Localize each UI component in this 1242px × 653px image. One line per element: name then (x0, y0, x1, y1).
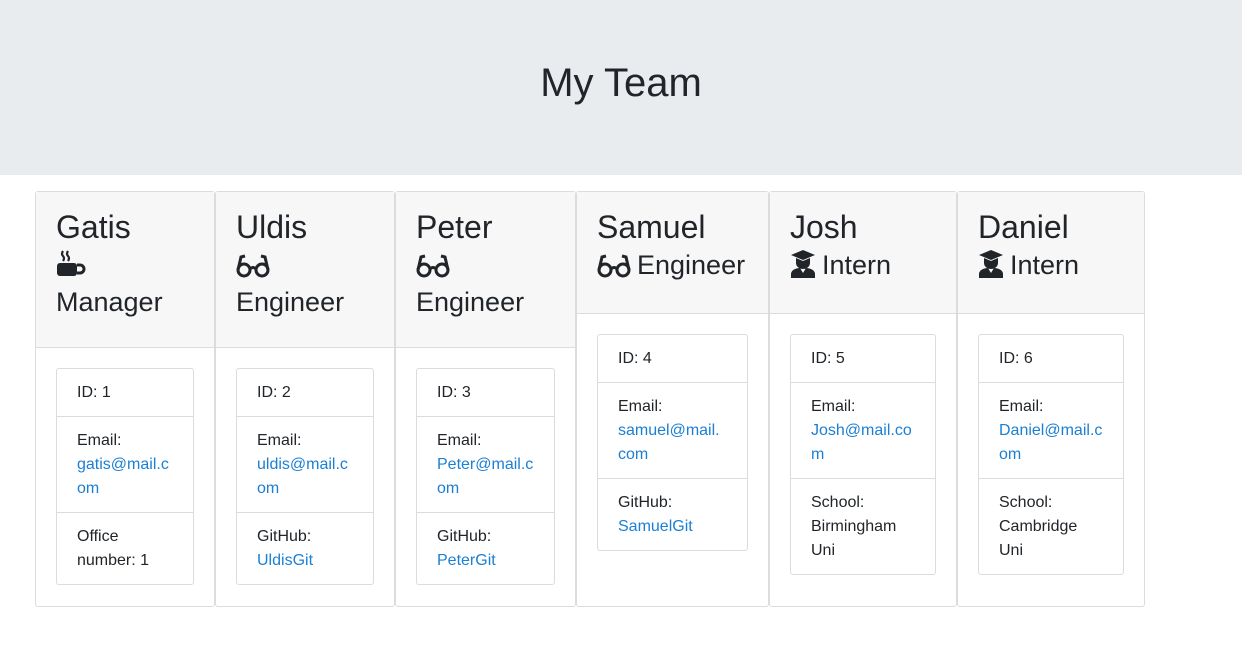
email-label: Email: (77, 432, 122, 449)
card-body: ID: 4 Email: samuel@mail.com GitHub: Sam… (577, 314, 768, 551)
school-value: Cambridge Uni (999, 518, 1078, 559)
github-link[interactable]: PeterGit (437, 552, 496, 569)
role-label: Engineer (637, 250, 746, 280)
id-item: ID: 2 (237, 369, 373, 417)
employee-name: Gatis (56, 209, 131, 245)
card-body: ID: 5 Email: Josh@mail.com School: Birmi… (770, 314, 956, 575)
email-label: Email: (811, 398, 856, 415)
github-label: GitHub: (437, 528, 492, 545)
role-label: Engineer (416, 287, 525, 317)
email-item: Email: gatis@mail.com (57, 417, 193, 513)
employee-name: Josh (790, 209, 858, 245)
email-label: Email: (618, 398, 663, 415)
email-item: Email: samuel@mail.com (598, 383, 747, 479)
email-link[interactable]: Daniel@mail.com (999, 422, 1102, 463)
card-body: ID: 1 Email: gatis@mail.com Office numbe… (36, 348, 214, 585)
coffee-icon (56, 250, 86, 286)
employee-name: Peter (416, 209, 493, 245)
email-link[interactable]: samuel@mail.com (618, 422, 720, 463)
card-header: Daniel Intern (958, 192, 1144, 314)
id-item: ID: 3 (417, 369, 554, 417)
github-item: GitHub: SamuelGit (598, 479, 747, 550)
school-value: Birmingham Uni (811, 518, 897, 559)
card-body: ID: 2 Email: uldis@mail.com GitHub: Uldi… (216, 348, 394, 585)
info-list: ID: 5 Email: Josh@mail.com School: Birmi… (790, 334, 936, 575)
role-label: Engineer (236, 287, 345, 317)
email-label: Email: (999, 398, 1044, 415)
card-body: ID: 3 Email: Peter@mail.com GitHub: Pete… (396, 348, 575, 585)
employee-card: Peter Engineer ID: 3 Email: Peter@mail.c… (395, 191, 576, 607)
info-list: ID: 2 Email: uldis@mail.com GitHub: Uldi… (236, 368, 374, 585)
page-header: My Team (0, 0, 1242, 175)
employee-role: Intern (790, 249, 936, 286)
employee-role: Intern (978, 249, 1124, 286)
github-link[interactable]: SamuelGit (618, 518, 693, 535)
employee-card: Josh Intern ID: 5 Email: Josh@mail.com S… (769, 191, 957, 607)
card-header: Peter Engineer (396, 192, 575, 348)
employee-name: Uldis (236, 209, 308, 245)
card-header: Gatis Manager (36, 192, 214, 348)
github-item: GitHub: UldisGit (237, 513, 373, 584)
email-item: Email: Peter@mail.com (417, 417, 554, 513)
employee-role: Engineer (236, 249, 374, 319)
glasses-icon (597, 253, 631, 286)
email-item: Email: Daniel@mail.com (979, 383, 1123, 479)
github-item: GitHub: PeterGit (417, 513, 554, 584)
card-header: Samuel Engineer (577, 192, 768, 314)
id-item: ID: 5 (791, 335, 935, 383)
info-list: ID: 4 Email: samuel@mail.com GitHub: Sam… (597, 334, 748, 551)
github-link[interactable]: UldisGit (257, 552, 313, 569)
role-label: Intern (822, 250, 892, 280)
email-link[interactable]: Peter@mail.com (437, 456, 533, 497)
employee-name: Daniel (978, 209, 1069, 245)
email-label: Email: (257, 432, 302, 449)
email-link[interactable]: gatis@mail.com (77, 456, 169, 497)
school-label: School: (999, 494, 1053, 511)
card-header: Uldis Engineer (216, 192, 394, 348)
email-item: Email: uldis@mail.com (237, 417, 373, 513)
page-title: My Team (540, 61, 702, 105)
employee-card: Uldis Engineer ID: 2 Email: uldis@mail.c… (215, 191, 395, 607)
employee-card: Samuel Engineer ID: 4 Email: samuel@mail… (576, 191, 769, 607)
card-header: Josh Intern (770, 192, 956, 314)
email-link[interactable]: uldis@mail.com (257, 456, 348, 497)
email-link[interactable]: Josh@mail.com (811, 422, 912, 463)
role-label: Intern (1010, 250, 1080, 280)
card-body: ID: 6 Email: Daniel@mail.com School: Cam… (958, 314, 1144, 575)
graduate-icon (978, 250, 1004, 286)
id-item: ID: 6 (979, 335, 1123, 383)
role-label: Manager (56, 287, 163, 317)
office-item: Office number: 1 (57, 513, 193, 584)
id-item: ID: 4 (598, 335, 747, 383)
employee-role: Engineer (416, 249, 555, 319)
info-list: ID: 6 Email: Daniel@mail.com School: Cam… (978, 334, 1124, 575)
email-label: Email: (437, 432, 482, 449)
graduate-icon (790, 250, 816, 286)
employee-card: Gatis Manager ID: 1 Email: gatis@mail.co… (35, 191, 215, 607)
glasses-icon (236, 253, 270, 286)
github-label: GitHub: (257, 528, 312, 545)
glasses-icon (416, 253, 450, 286)
employee-role: Engineer (597, 249, 748, 286)
school-item: School: Birmingham Uni (791, 479, 935, 574)
id-item: ID: 1 (57, 369, 193, 417)
email-item: Email: Josh@mail.com (791, 383, 935, 479)
school-item: School: Cambridge Uni (979, 479, 1123, 574)
employee-card: Daniel Intern ID: 6 Email: Daniel@mail.c… (957, 191, 1145, 607)
employee-name: Samuel (597, 209, 706, 245)
school-label: School: (811, 494, 865, 511)
github-label: GitHub: (618, 494, 673, 511)
office-label: Office number: 1 (77, 528, 150, 569)
employee-role: Manager (56, 249, 194, 319)
info-list: ID: 1 Email: gatis@mail.com Office numbe… (56, 368, 194, 585)
info-list: ID: 3 Email: Peter@mail.com GitHub: Pete… (416, 368, 555, 585)
